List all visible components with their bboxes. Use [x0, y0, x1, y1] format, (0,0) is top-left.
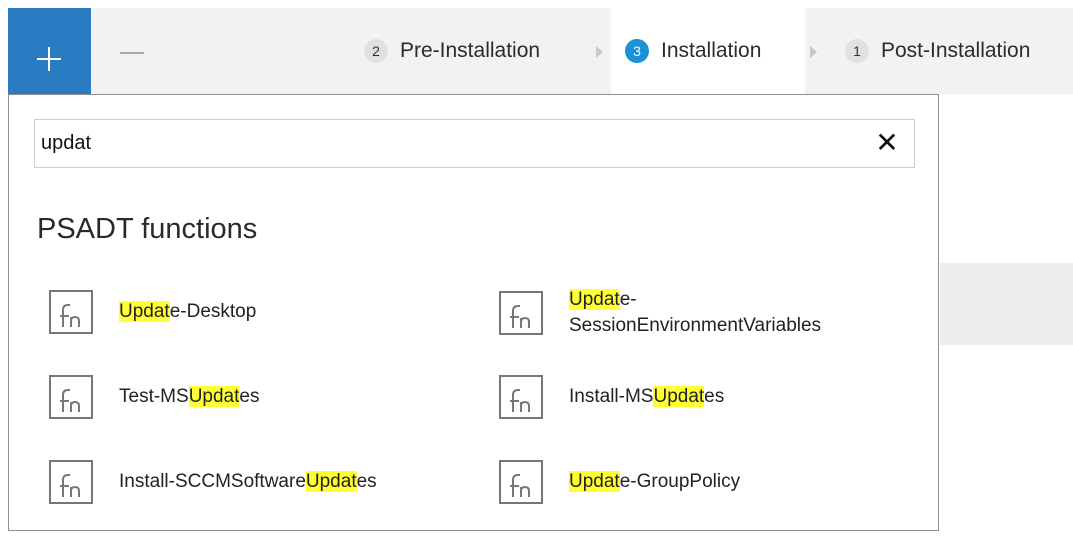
add-button[interactable] [8, 8, 91, 94]
section-title: PSADT functions [37, 213, 258, 245]
step-label: Installation [661, 39, 762, 62]
match-highlight: Updat [305, 471, 357, 492]
function-item-label: Install-SCCMSoftwareUpdates [119, 471, 377, 492]
step-label: Post-Installation [881, 39, 1031, 62]
step-post-installation[interactable]: 1 Post-Installation [845, 8, 1030, 94]
chevron-right-icon [596, 46, 603, 58]
chevron-right-icon [810, 46, 817, 58]
match-highlight: Updat [188, 386, 240, 407]
function-item-label: Update-Desktop [119, 301, 257, 322]
function-item-install-msupdates[interactable]: Install-MSUpdates [499, 375, 724, 419]
function-item-label: Install-MSUpdates [569, 386, 725, 407]
step-label: Pre-Installation [400, 39, 541, 62]
step-installation[interactable]: 3 Installation [611, 8, 805, 94]
match-highlight: Updat [569, 471, 620, 492]
step-number-badge: 2 [364, 39, 388, 63]
step-number-badge: 1 [845, 39, 869, 63]
search-box: ✕ [34, 119, 915, 168]
function-item-update-grouppolicy[interactable]: Update-GroupPolicy [499, 460, 740, 504]
function-icon [499, 375, 543, 419]
search-input[interactable] [41, 120, 861, 167]
function-icon [49, 460, 93, 504]
background-row [940, 263, 1073, 345]
function-search-popup: ✕ PSADT functions Update-Desktop Update-… [8, 94, 939, 531]
function-item-label: Test-MSUpdates [119, 386, 260, 407]
function-icon [49, 375, 93, 419]
close-icon[interactable]: ✕ [874, 129, 900, 157]
match-highlight: Updat [119, 301, 170, 322]
function-icon [499, 460, 543, 504]
remove-button[interactable] [91, 8, 173, 94]
function-item-label: Update- SessionEnvironmentVariables [569, 289, 822, 336]
step-pre-installation[interactable]: 2 Pre-Installation [364, 8, 540, 94]
function-item-test-msupdates[interactable]: Test-MSUpdates [49, 375, 259, 419]
function-item-label: Update-GroupPolicy [569, 471, 741, 492]
function-icon [49, 290, 93, 334]
function-item-update-desktop[interactable]: Update-Desktop [49, 290, 256, 334]
function-item-install-sccmsoftwareupdates[interactable]: Install-SCCMSoftwareUpdates [49, 460, 377, 504]
match-highlight: Updat [569, 289, 620, 310]
step-number-badge: 3 [625, 39, 649, 63]
match-highlight: Updat [653, 386, 705, 407]
function-item-update-sessionenvironmentvariables[interactable]: Update- SessionEnvironmentVariables [499, 287, 821, 339]
function-icon [499, 291, 543, 335]
